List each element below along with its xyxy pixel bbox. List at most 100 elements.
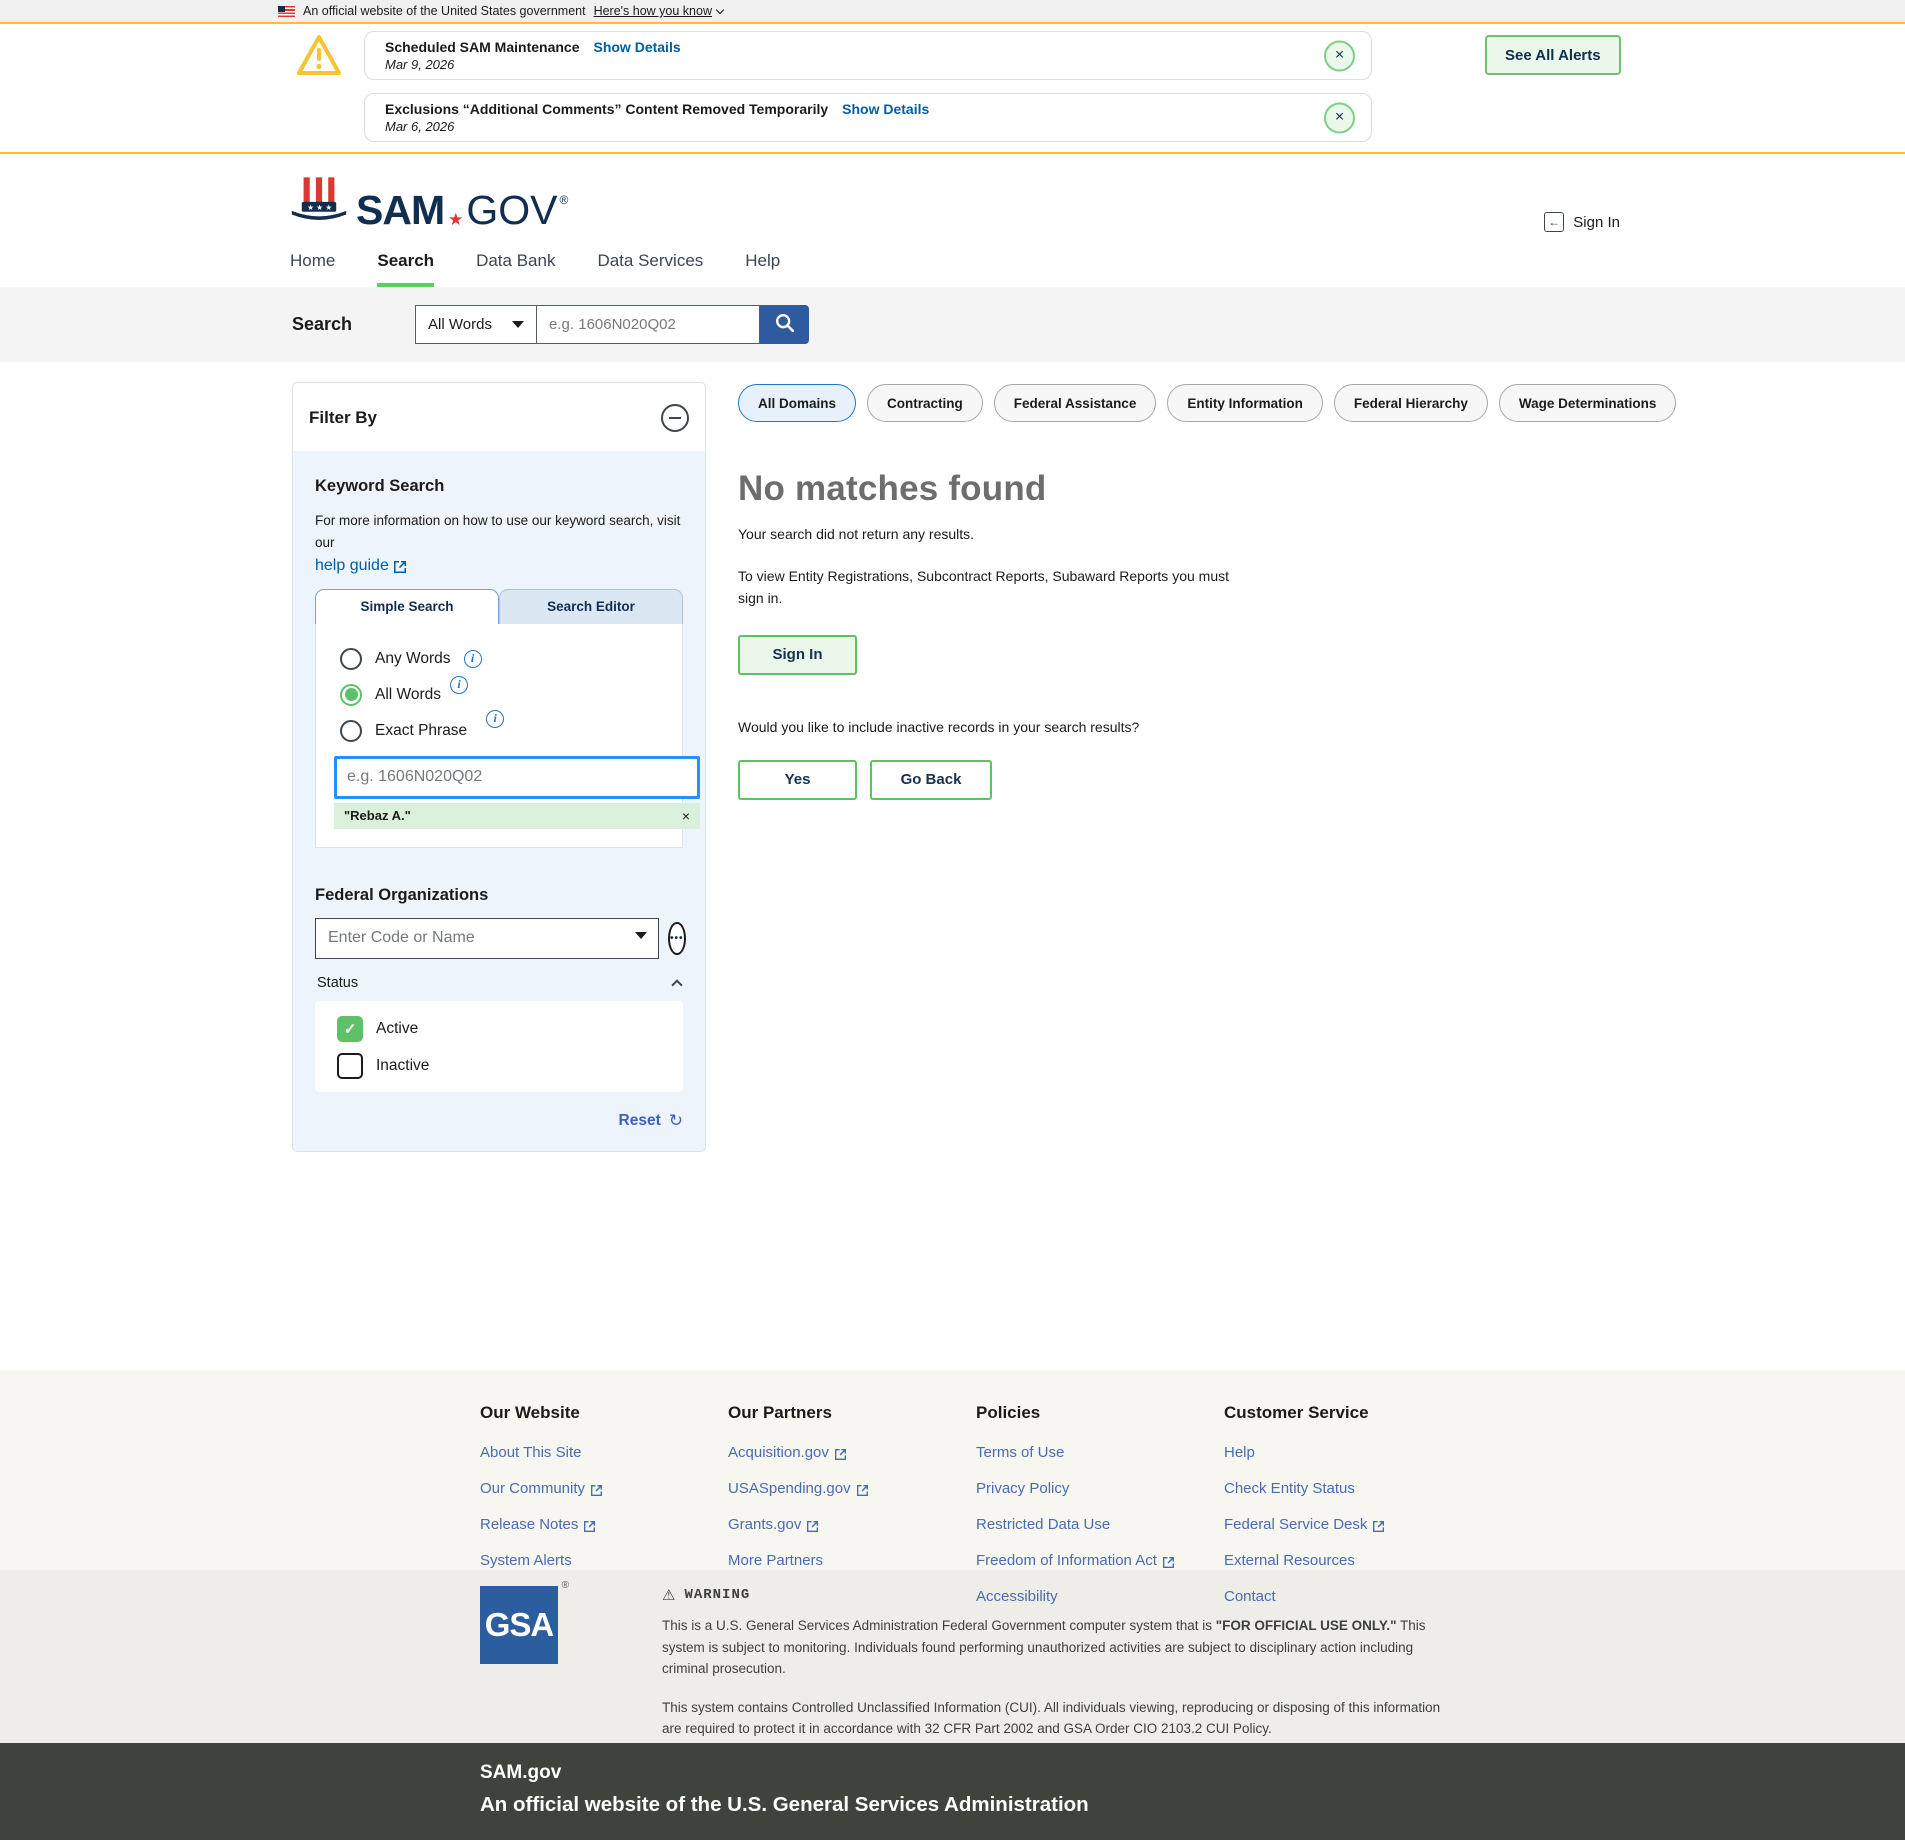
uncle-sam-hat-icon: ★ ★ ★: [290, 176, 348, 229]
footer-col-customer-service: Customer Service Help Check Entity Statu…: [1224, 1403, 1472, 1570]
alert-stack: Scheduled SAM Maintenance Show Details M…: [364, 31, 1372, 142]
how-you-know-link[interactable]: Here's how you know: [594, 4, 723, 18]
logo-sam-text: SAM: [356, 192, 444, 229]
footer-link-external-resources[interactable]: External Resources: [1224, 1552, 1472, 1569]
no-results-message: Your search did not return any results.: [738, 526, 1676, 542]
chevron-up-icon[interactable]: [671, 979, 682, 990]
any-words-label: Any Words: [375, 650, 451, 668]
svg-text:★: ★: [325, 203, 332, 212]
footer-link-acquisition-gov[interactable]: Acquisition.gov: [728, 1444, 976, 1461]
gov-banner-text: An official website of the United States…: [303, 4, 586, 18]
footer-link-restricted-data-use[interactable]: Restricted Data Use: [976, 1516, 1224, 1533]
sign-in-button[interactable]: Sign In: [738, 635, 857, 675]
alert-exclusions: Exclusions “Additional Comments” Content…: [364, 93, 1372, 142]
tab-federal-hierarchy[interactable]: Federal Hierarchy: [1334, 384, 1488, 422]
footer-heading: Policies: [976, 1403, 1224, 1423]
footer-link-privacy-policy[interactable]: Privacy Policy: [976, 1480, 1224, 1497]
show-details-link[interactable]: Show Details: [842, 101, 929, 117]
simple-search-tab-content: Any Words i All Words i Exact Phrase i: [315, 624, 683, 848]
organization-input[interactable]: [315, 918, 659, 959]
status-options-box: ✓ Active Inactive: [315, 1001, 683, 1092]
nav-item-data-services[interactable]: Data Services: [597, 251, 703, 287]
dropdown-arrow-icon[interactable]: [635, 932, 647, 939]
gsa-logo: GSA ®: [480, 1586, 558, 1743]
site-header: ★ ★ ★ SAM ★ GOV ® ← Sign In Home Search …: [0, 154, 1905, 287]
tab-search-editor[interactable]: Search Editor: [499, 589, 683, 624]
reset-row: Reset ↻: [315, 1111, 683, 1131]
nav-item-data-bank[interactable]: Data Bank: [476, 251, 555, 287]
show-details-link[interactable]: Show Details: [593, 39, 680, 55]
how-you-know-label: Here's how you know: [594, 4, 712, 18]
yes-button[interactable]: Yes: [738, 760, 857, 800]
close-icon[interactable]: ×: [1324, 102, 1355, 133]
external-link-icon: [394, 560, 406, 572]
tab-federal-assistance[interactable]: Federal Assistance: [994, 384, 1157, 422]
alert-title: Exclusions “Additional Comments” Content…: [385, 101, 828, 117]
tab-all-domains[interactable]: All Domains: [738, 384, 856, 422]
warning-icon: ⚠: [662, 1586, 676, 1604]
global-search-input[interactable]: [537, 305, 760, 344]
footer-link-grants-gov[interactable]: Grants.gov: [728, 1516, 976, 1533]
info-icon[interactable]: i: [486, 710, 504, 728]
footer-link-usaspending-gov[interactable]: USASpending.gov: [728, 1480, 976, 1497]
sign-in-link[interactable]: ← Sign In: [1544, 212, 1620, 232]
warning-text-block: ⚠ WARNING This is a U.S. General Service…: [662, 1586, 1454, 1743]
sam-gov-logo[interactable]: ★ ★ ★ SAM ★ GOV ®: [290, 176, 1905, 229]
tab-wage-determinations[interactable]: Wage Determinations: [1499, 384, 1677, 422]
ellipsis-icon[interactable]: •••: [668, 922, 686, 955]
svg-text:★: ★: [307, 203, 314, 212]
exact-phrase-radio[interactable]: [340, 720, 362, 742]
keyword-chip: "Rebaz A." ×: [334, 803, 700, 829]
search-submit-button[interactable]: [760, 305, 809, 344]
info-icon[interactable]: i: [450, 676, 468, 694]
alert-date: Mar 9, 2026: [385, 57, 1311, 72]
bottom-footer-title: SAM.gov: [480, 1762, 1905, 1784]
footer-link-about-this-site[interactable]: About This Site: [480, 1444, 728, 1461]
footer-link-federal-service-desk[interactable]: Federal Service Desk: [1224, 1516, 1472, 1533]
footer-link-foia[interactable]: Freedom of Information Act: [976, 1552, 1224, 1569]
main-nav: Home Search Data Bank Data Services Help: [290, 251, 1905, 287]
collapse-filters-button[interactable]: [661, 404, 689, 432]
tab-simple-search[interactable]: Simple Search: [315, 589, 499, 624]
keyword-tabs: Simple Search Search Editor: [315, 589, 683, 624]
inactive-checkbox[interactable]: [337, 1053, 363, 1079]
filter-body: Keyword Search For more information on h…: [293, 451, 705, 1151]
footer-link-terms-of-use[interactable]: Terms of Use: [976, 1444, 1224, 1461]
radio-row-any-words: Any Words i: [340, 648, 660, 670]
footer-link-release-notes[interactable]: Release Notes: [480, 1516, 728, 1533]
filter-header: Filter By: [293, 383, 705, 451]
footer-col-our-partners: Our Partners Acquisition.gov USASpending…: [728, 1403, 976, 1570]
keyword-chip-label: "Rebaz A.": [344, 808, 411, 823]
reset-link[interactable]: Reset: [619, 1112, 661, 1130]
see-all-alerts-button[interactable]: See All Alerts: [1485, 35, 1621, 75]
footer-link-system-alerts[interactable]: System Alerts: [480, 1552, 728, 1569]
active-checkbox[interactable]: ✓: [337, 1016, 363, 1042]
info-icon[interactable]: i: [464, 650, 482, 668]
all-words-radio[interactable]: [340, 684, 362, 706]
gsa-registered-mark: ®: [562, 1580, 569, 1591]
chip-remove-icon[interactable]: ×: [682, 808, 690, 824]
search-mode-select[interactable]: All Words: [415, 305, 537, 344]
minus-icon: [669, 417, 681, 419]
status-option-active: ✓ Active: [337, 1016, 683, 1042]
logo-gov-text: GOV: [466, 192, 557, 229]
footer-link-check-entity-status[interactable]: Check Entity Status: [1224, 1480, 1472, 1497]
any-words-radio[interactable]: [340, 648, 362, 670]
help-guide-link[interactable]: help guide: [315, 557, 406, 575]
nav-item-help[interactable]: Help: [745, 251, 780, 287]
go-back-button[interactable]: Go Back: [870, 760, 992, 800]
footer-link-help[interactable]: Help: [1224, 1444, 1472, 1461]
footer-link-more-partners[interactable]: More Partners: [728, 1552, 976, 1569]
nav-item-home[interactable]: Home: [290, 251, 335, 287]
sign-in-label: Sign In: [1573, 214, 1620, 231]
keyword-input[interactable]: [334, 756, 700, 799]
footer-link-our-community[interactable]: Our Community: [480, 1480, 728, 1497]
warning-paragraph-2: This system contains Controlled Unclassi…: [662, 1697, 1454, 1740]
status-section-header: Status: [317, 975, 681, 991]
tab-entity-information[interactable]: Entity Information: [1167, 384, 1323, 422]
tab-contracting[interactable]: Contracting: [867, 384, 983, 422]
nav-item-search[interactable]: Search: [377, 251, 434, 287]
close-icon[interactable]: ×: [1324, 40, 1355, 71]
filter-title: Filter By: [309, 408, 377, 428]
reset-icon[interactable]: ↻: [669, 1111, 683, 1131]
